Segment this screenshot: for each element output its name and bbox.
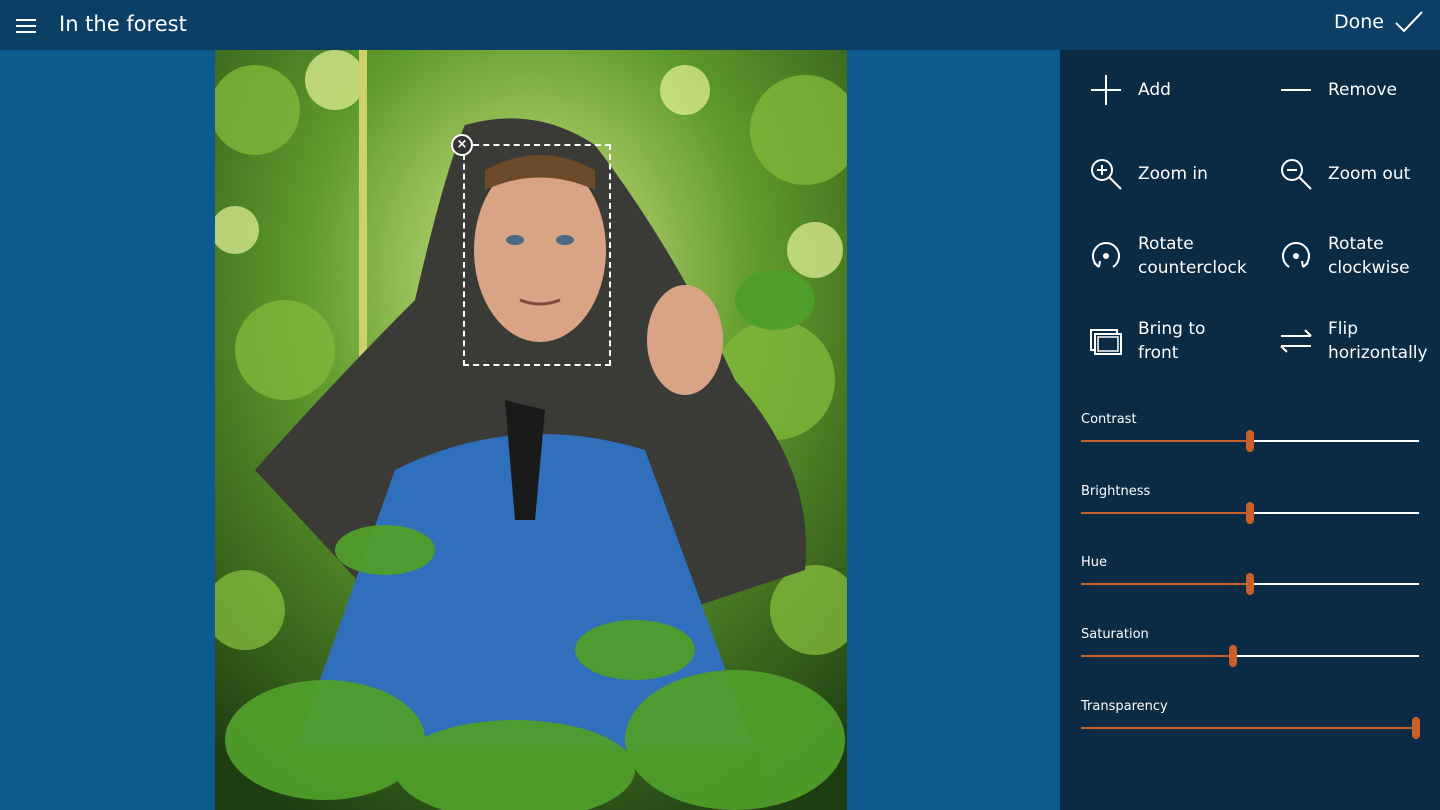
done-button[interactable]: Done [1334, 9, 1424, 35]
hamburger-menu-icon[interactable] [16, 19, 36, 33]
rotate-clockwise-icon [1278, 238, 1314, 274]
saturation-slider[interactable]: Saturation [1081, 627, 1419, 667]
saturation-label: Saturation [1081, 627, 1149, 642]
transparency-track[interactable] [1081, 717, 1420, 739]
saturation-thumb[interactable] [1229, 645, 1238, 667]
checkmark-icon [1395, 11, 1423, 33]
flip-horizontally-button[interactable]: Flip horizontally [1278, 317, 1438, 365]
zoom-out-icon [1278, 156, 1314, 192]
zoom-out-button[interactable]: Zoom out [1278, 156, 1410, 192]
tools-panel: Add Remove Zoom in Zoom out Rotate count… [1060, 50, 1440, 810]
transparency-slider[interactable]: Transparency [1081, 699, 1420, 739]
add-label: Add [1138, 80, 1171, 100]
title-bar: In the forest Done [0, 0, 1440, 50]
rotate-counterclock-button[interactable]: Rotate counterclock [1088, 232, 1258, 280]
minus-icon [1278, 72, 1314, 108]
zoom-in-label: Zoom in [1138, 164, 1208, 184]
bring-to-front-label: Bring to front [1138, 319, 1206, 363]
hue-track[interactable] [1081, 573, 1419, 595]
bring-to-front-button[interactable]: Bring to front [1088, 317, 1248, 365]
brightness-track[interactable] [1081, 502, 1419, 524]
flip-horizontally-label: Flip horizontally [1328, 319, 1428, 363]
remove-label: Remove [1328, 80, 1397, 100]
remove-button[interactable]: Remove [1278, 72, 1397, 108]
flip-horizontal-icon [1278, 323, 1314, 359]
rotate-counterclock-label: Rotate counterclock [1138, 234, 1247, 278]
page-title: In the forest [59, 12, 187, 36]
done-label: Done [1334, 11, 1384, 33]
close-icon[interactable]: × [451, 134, 473, 156]
contrast-track[interactable] [1081, 430, 1419, 452]
brightness-label: Brightness [1081, 484, 1151, 499]
bring-to-front-icon [1088, 323, 1124, 359]
contrast-slider[interactable]: Contrast [1081, 412, 1419, 452]
face-selection-frame[interactable] [463, 144, 611, 366]
hue-thumb[interactable] [1246, 573, 1254, 595]
zoom-in-button[interactable]: Zoom in [1088, 156, 1208, 192]
rotate-counterclockwise-icon [1088, 238, 1124, 274]
contrast-label: Contrast [1081, 412, 1137, 427]
contrast-thumb[interactable] [1246, 430, 1254, 452]
rotate-clockwise-button[interactable]: Rotate clockwise [1278, 232, 1428, 280]
brightness-slider[interactable]: Brightness [1081, 484, 1419, 524]
saturation-track[interactable] [1081, 645, 1419, 667]
rotate-clockwise-label: Rotate clockwise [1328, 234, 1410, 278]
editing-canvas[interactable]: × [0, 50, 1060, 810]
brightness-thumb[interactable] [1246, 502, 1254, 524]
photo: × [215, 50, 847, 810]
hue-slider[interactable]: Hue [1081, 555, 1419, 595]
zoom-in-icon [1088, 156, 1124, 192]
transparency-label: Transparency [1081, 699, 1168, 714]
zoom-out-label: Zoom out [1328, 164, 1411, 184]
plus-icon [1088, 72, 1124, 108]
hue-label: Hue [1081, 555, 1108, 570]
add-button[interactable]: Add [1088, 72, 1171, 108]
transparency-thumb[interactable] [1411, 717, 1420, 739]
